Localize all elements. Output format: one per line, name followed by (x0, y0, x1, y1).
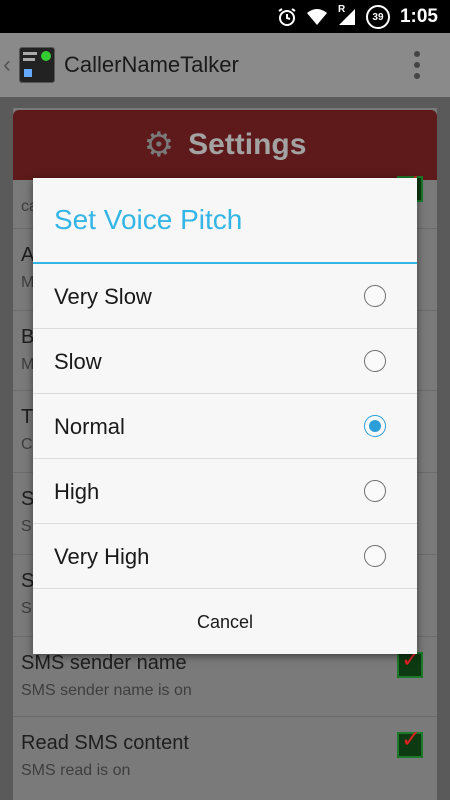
settings-row-subtitle: C (21, 436, 33, 453)
action-bar: ‹ CallerNameTalker (0, 33, 450, 97)
battery-level: 39 (372, 11, 384, 23)
pitch-option-slow[interactable]: Slow (33, 329, 417, 394)
option-label: High (54, 479, 100, 504)
gear-icon: ⚙ (143, 126, 175, 164)
option-label: Very High (54, 544, 150, 569)
settings-row-subtitle: SMS read is on (21, 762, 131, 779)
radio-unselected-icon[interactable] (364, 285, 386, 307)
battery-icon: 39 (365, 5, 390, 29)
option-label: Normal (54, 414, 125, 439)
status-bar: R 39 1:05 (0, 0, 450, 33)
pitch-option-high[interactable]: High (33, 459, 417, 524)
alarm-icon (276, 6, 298, 28)
settings-title: Settings (188, 128, 307, 161)
radio-unselected-icon[interactable] (364, 480, 386, 502)
settings-row-title: SMS sender name (21, 652, 187, 674)
overflow-menu-icon[interactable] (414, 51, 420, 79)
read-sms-content-checkbox[interactable]: ✓ (397, 728, 423, 758)
wifi-icon (306, 6, 328, 28)
app-title: CallerNameTalker (64, 52, 239, 77)
signal-roaming-tag: R (337, 4, 346, 15)
sms-sender-name-checkbox[interactable]: ✓ (397, 648, 423, 678)
settings-row-subtitle: S (21, 518, 32, 535)
pitch-option-normal[interactable]: Normal (33, 394, 417, 459)
option-label: Slow (54, 349, 102, 374)
settings-row-title: T (21, 406, 34, 428)
voice-pitch-dialog: Set Voice Pitch Very Slow Slow Normal Hi… (33, 178, 417, 654)
radio-selected-icon[interactable] (364, 415, 386, 437)
back-chevron-icon[interactable]: ‹ (3, 51, 11, 79)
settings-row-title: Read SMS content (21, 732, 189, 754)
settings-row-read-sms-content[interactable]: Read SMS content SMS read is on ✓ (13, 716, 437, 800)
app-logo-icon[interactable] (19, 47, 55, 83)
pitch-option-very-high[interactable]: Very High (33, 524, 417, 589)
dialog-title: Set Voice Pitch (54, 204, 243, 235)
settings-header: ⚙ Settings (13, 110, 437, 180)
option-label: Very Slow (54, 284, 152, 309)
cancel-button[interactable]: Cancel (33, 590, 417, 654)
settings-row-subtitle: S (21, 600, 32, 617)
radio-unselected-icon[interactable] (364, 350, 386, 372)
pitch-option-very-slow[interactable]: Very Slow (33, 264, 417, 329)
radio-unselected-icon[interactable] (364, 545, 386, 567)
settings-row-subtitle: SMS sender name is on (21, 682, 192, 699)
signal-icon: R (336, 4, 358, 28)
status-time: 1:05 (399, 6, 438, 27)
